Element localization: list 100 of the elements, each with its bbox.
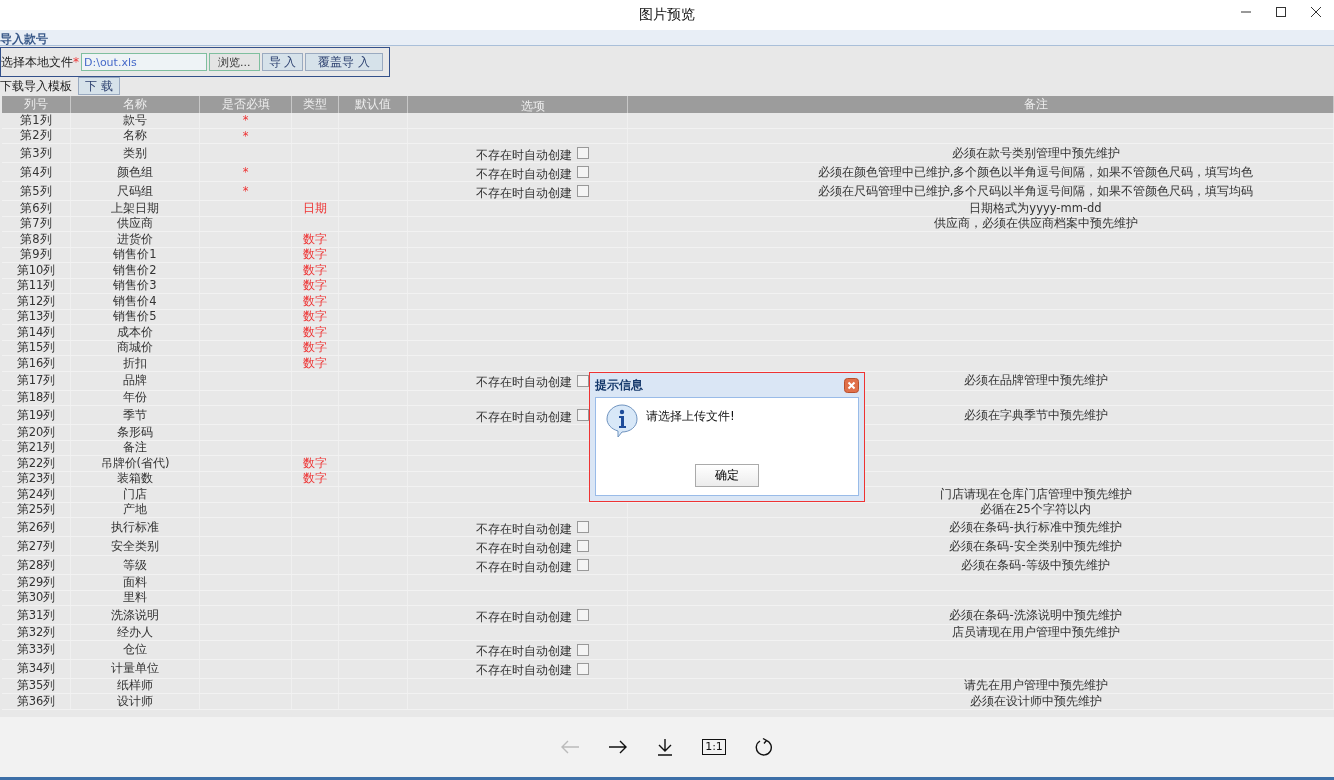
table-cell: 销售价1 [71,247,200,262]
required-mark: * [242,184,249,198]
column-header: 选项 [408,96,628,113]
info-icon [606,404,638,438]
checkbox[interactable] [577,374,589,387]
table-cell: 成本价 [71,325,200,340]
table-cell: 备注 [71,440,200,455]
option-label: 不存在时自动创建 [476,559,572,575]
table-cell: 第27列 [2,537,71,555]
checkbox[interactable] [577,559,589,571]
required-mark: * [242,113,249,128]
close-icon[interactable] [1310,6,1322,18]
type-text: 数字 [303,324,327,340]
table-cell: 第7列 [2,216,71,231]
maximize-icon[interactable] [1275,6,1287,18]
template-label: 下载导入模板 [0,77,72,95]
table-cell: 第17列 [2,371,71,390]
dialog-title: 提示信息 [595,376,643,394]
checkbox[interactable] [577,409,589,421]
table-cell: 第19列 [2,406,71,424]
ok-button[interactable]: 确定 [695,464,759,487]
remark-text: 必须在颜色管理中已维护,多个颜色以半角逗号间隔，如果不管颜色尺码，填写均色 [817,164,1254,180]
remark-text: 店员请现在用户管理中预先维护 [951,624,1120,640]
checkbox[interactable] [577,609,589,621]
remark-text: 必须在款号类别管理中预先维护 [951,145,1120,161]
download-icon[interactable] [656,738,675,756]
table-cell: 经办人 [71,625,200,640]
table-cell: 第20列 [2,425,71,440]
option-label: 不存在时自动创建 [476,609,572,625]
table-cell: 第4列 [2,163,71,181]
table-cell: 销售价5 [71,309,200,324]
type-text: 数字 [303,247,327,263]
table-cell: 纸样师 [71,678,200,693]
option-label: 不存在时自动创建 [476,185,572,201]
browse-button[interactable]: 浏览... [209,53,260,71]
table-cell: 计量单位 [71,659,200,678]
type-text: 数字 [303,471,327,487]
file-path-field[interactable]: D:\out.xls [81,53,207,71]
type-text: 数字 [303,231,327,247]
checkbox[interactable] [577,521,589,533]
option-label: 不存在时自动创建 [476,147,572,163]
remark-text: 必须在品牌管理中预先维护 [963,373,1108,388]
rotate-icon[interactable] [753,737,774,757]
table-cell: 销售价3 [71,278,200,293]
table-cell: 尺码组 [71,182,200,200]
table-cell: 第31列 [2,606,71,624]
table-cell: 季节 [71,406,200,424]
table-cell: 第9列 [2,247,71,262]
table-cell: 门店 [71,487,200,502]
table-cell: 装箱数 [71,471,200,486]
table-cell: 执行标准 [71,518,200,536]
column-header: 默认值 [339,96,408,113]
option-label: 不存在时自动创建 [476,409,572,425]
table-cell: 第10列 [2,263,71,278]
remark-text: 门店请现在仓库门店管理中预先维护 [939,486,1132,502]
table-cell: 第5列 [2,182,71,200]
table-cell: 第28列 [2,556,71,574]
checkbox[interactable] [577,185,589,197]
table-cell: 年份 [71,390,200,405]
table-cell: 销售价2 [71,263,200,278]
checkbox[interactable] [577,540,589,552]
table-cell: 第36列 [2,694,71,709]
type-text: 数字 [303,293,327,309]
table-cell: 第26列 [2,518,71,536]
table-cell: 第32列 [2,625,71,640]
remark-text: 必循在25个字符以内 [980,502,1091,518]
table-cell: 里料 [71,590,200,605]
table-cell: 等级 [71,556,200,574]
table-cell: 供应商 [71,216,200,231]
checkbox[interactable] [577,643,589,656]
table-cell: 第35列 [2,678,71,693]
table-cell: 设计师 [71,694,200,709]
type-text: 数字 [303,262,327,278]
type-text: 数字 [303,309,327,325]
import-button[interactable]: 导 入 [261,53,304,71]
download-button[interactable]: 下 载 [78,77,120,95]
dialog-message: 请选择上传文件! [646,408,735,425]
option-label: 不存在时自动创建 [476,644,572,659]
actual-size-button[interactable]: 1:1 [702,739,726,755]
table-cell: 第24列 [2,487,71,502]
table-cell: 进货价 [71,232,200,247]
table-cell: 吊牌价(省代) [71,456,200,471]
type-text: 数字 [303,355,327,371]
column-header: 类型 [292,96,339,113]
forward-arrow-icon[interactable] [608,740,629,754]
column-header: 是否必填 [200,96,292,113]
overwrite-import-button[interactable]: 覆盖导 入 [305,53,384,71]
table-cell: 第1列 [2,113,71,128]
table-cell: 第18列 [2,390,71,405]
table-cell: 面料 [71,575,200,590]
remark-text: 必须在条码-洗涤说明中预先维护 [949,607,1122,623]
table-cell: 第8列 [2,232,71,247]
type-text: 数字 [303,455,327,471]
checkbox[interactable] [577,147,589,159]
checkbox[interactable] [577,662,589,675]
remark-text: 请先在用户管理中预先维护 [963,678,1108,694]
checkbox[interactable] [577,166,589,178]
table-cell: 第11列 [2,278,71,293]
type-text: 数字 [303,340,327,356]
column-header: 备注 [628,96,1334,113]
